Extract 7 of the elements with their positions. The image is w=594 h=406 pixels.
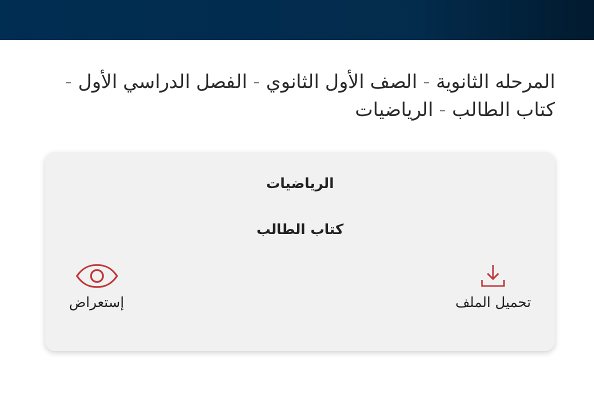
book-title: كتاب الطالب — [256, 222, 344, 238]
view-link[interactable]: إستعراض — [69, 263, 124, 311]
eye-icon — [74, 263, 119, 289]
page-title: المرحله الثانوية - الصف الأول الثانوي - الفصل الدراسي الأول - كتاب الطالب - الرياضيات — [64, 68, 555, 123]
download-icon — [480, 263, 506, 289]
subject-title: الرياضيات — [266, 176, 334, 192]
download-link[interactable]: تحميل الملف — [455, 263, 531, 311]
